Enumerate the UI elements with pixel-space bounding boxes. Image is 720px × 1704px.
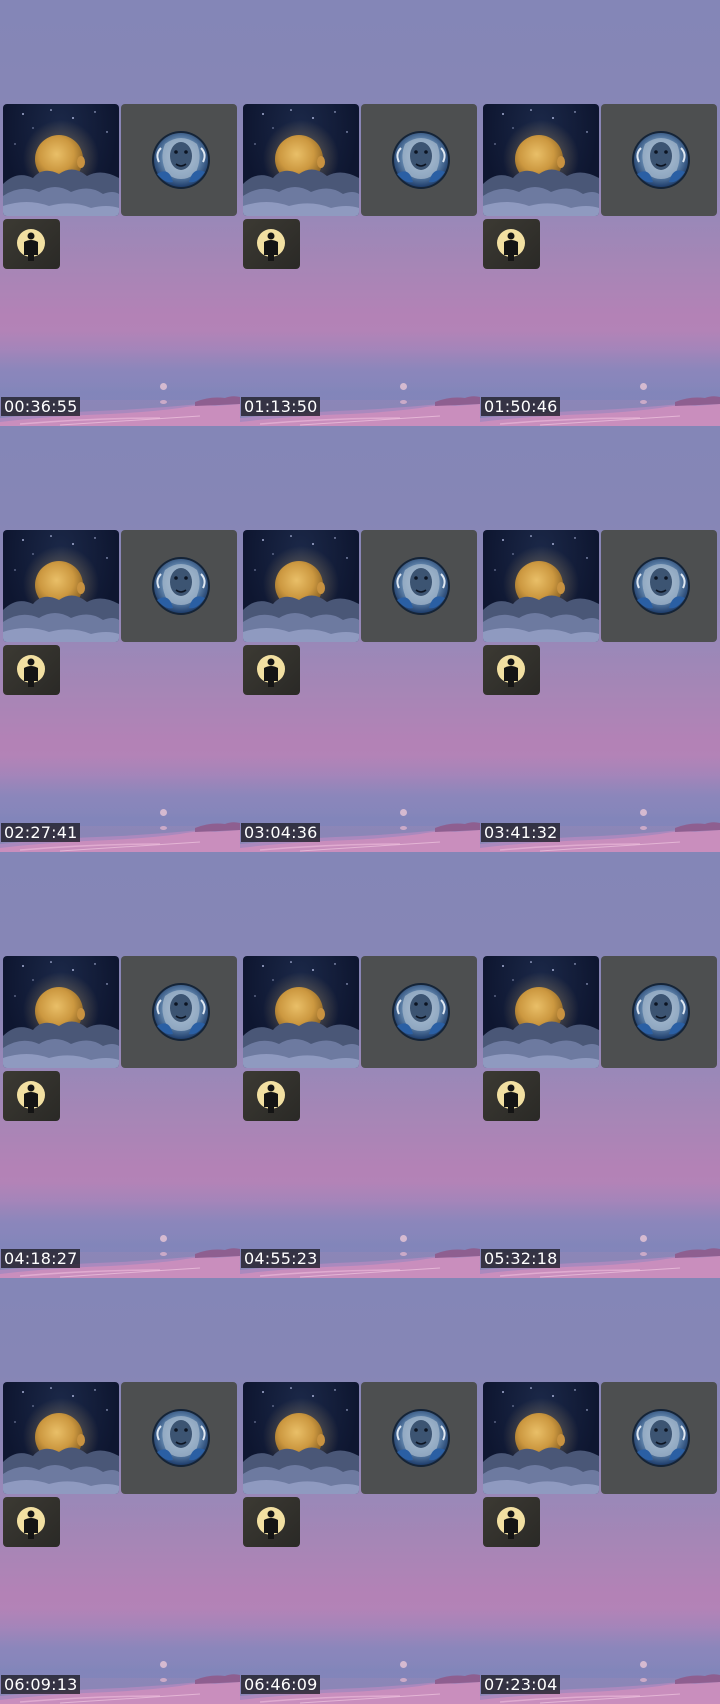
lion-portrait-icon[interactable] [121,104,237,216]
frame-timestamp: 06:09:13 [1,1675,81,1694]
frame-timestamp: 03:04:36 [241,823,321,842]
frame-timestamp: 04:18:27 [1,1249,81,1268]
video-frame[interactable]: 06:46:09 [240,1278,480,1704]
moon-clouds-icon[interactable] [483,1382,599,1494]
person-silhouette-icon[interactable] [3,1071,60,1121]
video-frame[interactable]: 05:32:18 [480,852,720,1278]
lion-portrait-icon[interactable] [121,1382,237,1494]
frame-timestamp: 07:23:04 [481,1675,561,1694]
video-frame[interactable]: 01:50:46 [480,0,720,426]
lion-portrait-icon[interactable] [601,104,717,216]
lion-portrait-icon[interactable] [361,1382,477,1494]
lion-portrait-icon[interactable] [601,956,717,1068]
video-frame[interactable]: 00:36:55 [0,0,240,426]
moon-clouds-icon[interactable] [243,956,359,1068]
frame-timestamp: 01:13:50 [241,397,321,416]
lion-portrait-icon[interactable] [601,1382,717,1494]
video-frame[interactable]: 07:23:04 [480,1278,720,1704]
frame-timestamp: 02:27:41 [1,823,81,842]
moon-clouds-icon[interactable] [483,530,599,642]
frame-timestamp: 05:32:18 [481,1249,561,1268]
video-frame[interactable]: 04:55:23 [240,852,480,1278]
person-silhouette-icon[interactable] [3,645,60,695]
person-silhouette-icon[interactable] [243,1497,300,1547]
lion-portrait-icon[interactable] [601,530,717,642]
video-frame[interactable]: 03:41:32 [480,426,720,852]
lion-portrait-icon[interactable] [361,104,477,216]
moon-clouds-icon[interactable] [3,1382,119,1494]
moon-clouds-icon[interactable] [483,956,599,1068]
lion-portrait-icon[interactable] [121,956,237,1068]
person-silhouette-icon[interactable] [483,1497,540,1547]
person-silhouette-icon[interactable] [483,219,540,269]
lion-portrait-icon[interactable] [121,530,237,642]
video-frame[interactable]: 01:13:50 [240,0,480,426]
frame-timestamp: 01:50:46 [481,397,561,416]
person-silhouette-icon[interactable] [483,645,540,695]
person-silhouette-icon[interactable] [483,1071,540,1121]
video-frame[interactable]: 03:04:36 [240,426,480,852]
frame-timestamp: 04:55:23 [241,1249,321,1268]
moon-clouds-icon[interactable] [243,104,359,216]
person-silhouette-icon[interactable] [3,219,60,269]
moon-clouds-icon[interactable] [3,956,119,1068]
video-frame[interactable]: 06:09:13 [0,1278,240,1704]
person-silhouette-icon[interactable] [243,219,300,269]
video-frame[interactable]: 04:18:27 [0,852,240,1278]
lion-portrait-icon[interactable] [361,956,477,1068]
lion-portrait-icon[interactable] [361,530,477,642]
frame-timestamp: 00:36:55 [1,397,81,416]
contact-sheet-grid: 00:36:55 01:13:50 01:50:46 02:27:41 03:0… [0,0,720,1704]
moon-clouds-icon[interactable] [243,1382,359,1494]
frame-timestamp: 06:46:09 [241,1675,321,1694]
person-silhouette-icon[interactable] [3,1497,60,1547]
moon-clouds-icon[interactable] [3,104,119,216]
video-frame[interactable]: 02:27:41 [0,426,240,852]
moon-clouds-icon[interactable] [3,530,119,642]
moon-clouds-icon[interactable] [483,104,599,216]
person-silhouette-icon[interactable] [243,1071,300,1121]
moon-clouds-icon[interactable] [243,530,359,642]
frame-timestamp: 03:41:32 [481,823,561,842]
person-silhouette-icon[interactable] [243,645,300,695]
